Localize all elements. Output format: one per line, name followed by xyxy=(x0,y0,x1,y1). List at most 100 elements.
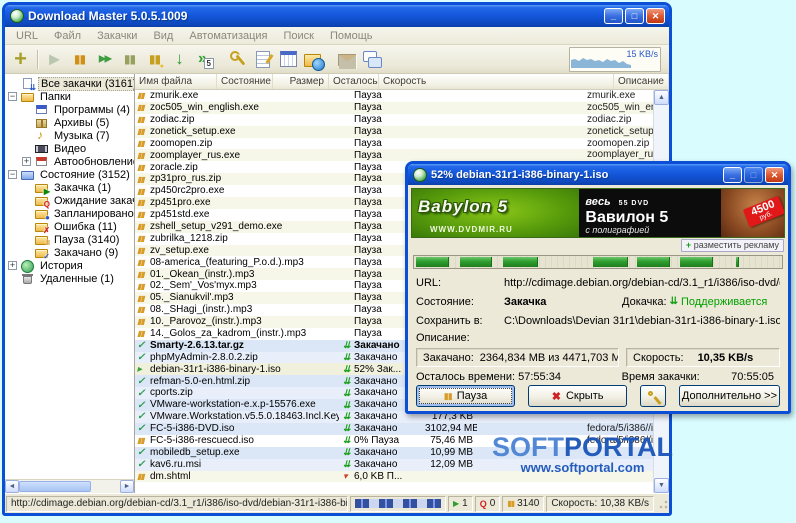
sidebar-item[interactable]: Программы (4) xyxy=(5,103,134,116)
scroll-right-icon[interactable]: ► xyxy=(120,480,134,493)
table-row[interactable]: zmurik.exe Пауза zmurik.exe xyxy=(135,90,653,102)
downloaded-value: 2364,834 MB из 4471,703 MB xyxy=(479,351,619,364)
place-ad-link[interactable]: + разместить рекламу xyxy=(680,239,784,252)
progress-segment xyxy=(460,257,492,267)
file-description: zoc505_win_en... xyxy=(587,101,653,113)
dialog-tools-button[interactable] xyxy=(640,385,666,407)
sidebar-item[interactable]: Закачано (9) xyxy=(5,246,134,261)
scrollbar-thumb[interactable] xyxy=(19,481,91,492)
log-button[interactable] xyxy=(252,48,275,71)
file-status-icon xyxy=(137,328,147,339)
calendar-button[interactable] xyxy=(277,48,300,71)
status-active-count: ▶ 1 xyxy=(447,495,473,512)
column-header[interactable]: Размер xyxy=(273,74,329,89)
dialog-pause-button[interactable]: ▮▮ Пауза xyxy=(416,385,516,407)
status-speed: Скорость: 10,38 KB/s xyxy=(546,495,654,512)
column-header[interactable]: Имя файла xyxy=(135,74,217,89)
tree-expander-icon[interactable] xyxy=(8,261,17,270)
tree-item-icon xyxy=(34,155,49,168)
scroll-down-icon[interactable]: ▼ xyxy=(654,478,669,493)
menu-item[interactable]: Вид xyxy=(146,29,180,43)
sidebar-item[interactable]: Все закачки (3161) xyxy=(5,76,134,92)
menu-item[interactable]: URL xyxy=(9,29,45,43)
dialog-title-bar[interactable]: 52% debian-31r1-i386-binary-1.iso _ □ ✕ xyxy=(408,164,788,185)
menu-item[interactable]: Файл xyxy=(47,29,88,43)
file-name: zubrilka_1218.zip xyxy=(150,232,228,244)
download-button[interactable] xyxy=(168,48,191,71)
menu-item[interactable]: Поиск xyxy=(277,29,321,43)
sidebar-item[interactable]: Состояние (3152) xyxy=(5,168,134,181)
table-row[interactable]: zoomplayer_rus.exe Пауза zoomplayer_rus.… xyxy=(135,149,653,162)
file-name: 08-america_(featuring_P.o.d.).mp3 xyxy=(150,256,304,268)
column-header[interactable]: Описание xyxy=(614,74,669,89)
progress-segment xyxy=(637,257,671,267)
sidebar-item[interactable]: Папки xyxy=(5,90,134,103)
progress-segment xyxy=(416,257,450,267)
resize-grip[interactable] xyxy=(657,497,669,510)
scroll-up-icon[interactable]: ▲ xyxy=(654,90,669,105)
mail-button[interactable] xyxy=(336,48,359,71)
column-header[interactable]: Осталось xyxy=(329,74,379,89)
file-name: zoomplayer_rus.exe xyxy=(150,149,241,161)
tree-expander-icon[interactable] xyxy=(22,157,31,166)
start-all-button[interactable] xyxy=(93,48,116,71)
file-name: Smarty-2.6.13.tar.gz xyxy=(150,339,244,351)
close-button[interactable]: ✕ xyxy=(646,8,665,24)
stop-button[interactable] xyxy=(143,48,166,71)
dialog-maximize-button[interactable]: □ xyxy=(744,166,763,183)
window-title: Download Master 5.0.5.1009 xyxy=(28,9,188,23)
dialog-more-button[interactable]: Дополнительно >> xyxy=(678,385,780,407)
ad-banner[interactable]: Babylon 5 WWW.DVDMIR.RU весь 55 DVD Вавил… xyxy=(411,188,785,238)
table-row[interactable]: zoomopen.zip Пауза zoomopen.zip xyxy=(135,137,653,150)
tree-expander-icon[interactable] xyxy=(8,170,17,179)
add-url-button[interactable] xyxy=(9,48,32,71)
table-row[interactable]: zoc505_win_english.exe Пауза zoc505_win_… xyxy=(135,101,653,114)
sidebar-item[interactable]: Ошибка (11) xyxy=(5,220,134,235)
file-name: zodiac.zip xyxy=(150,113,195,125)
scroll-left-icon[interactable]: ◄ xyxy=(5,480,19,493)
sidebar-item[interactable]: Удаленные (1) xyxy=(5,272,134,285)
sidebar-item[interactable]: Запланировано (5 xyxy=(5,207,134,222)
sidebar-item[interactable]: Пауза (3140) xyxy=(5,233,134,248)
tree-item-icon xyxy=(34,194,50,209)
file-description: zodiac.zip xyxy=(587,113,632,125)
dialog-close-button[interactable]: ✕ xyxy=(765,166,784,183)
tree-expander-icon[interactable] xyxy=(8,92,17,101)
scheduler-button[interactable] xyxy=(193,48,216,71)
column-header[interactable]: Состояние xyxy=(217,74,273,89)
tree-item-icon xyxy=(34,207,50,222)
menu-item[interactable]: Автоматизация xyxy=(182,29,274,43)
title-bar[interactable]: Download Master 5.0.5.1009 _ □ ✕ xyxy=(5,5,669,27)
state-arrow-icon xyxy=(343,459,352,470)
maximize-button[interactable]: □ xyxy=(625,8,644,24)
site-manager-button[interactable] xyxy=(302,48,325,71)
column-header[interactable]: Скорость xyxy=(379,74,614,89)
table-row[interactable]: zodiac.zip Пауза zodiac.zip xyxy=(135,113,653,126)
sidebar-item[interactable]: Автообновление xyxy=(5,155,134,168)
menu-item[interactable]: Закачки xyxy=(90,29,144,43)
file-name: zp451pro.exe xyxy=(150,197,211,209)
forum-button[interactable] xyxy=(361,48,384,71)
pause-button[interactable] xyxy=(68,48,91,71)
start-button[interactable] xyxy=(37,48,66,71)
sidebar-item[interactable]: Видео xyxy=(5,142,134,155)
queue-icon: Q xyxy=(479,498,487,509)
pause-all-button[interactable] xyxy=(118,48,141,71)
menu-item[interactable]: Помощь xyxy=(323,29,380,43)
dialog-hide-button[interactable]: ✖ Скрыть xyxy=(528,385,628,407)
sidebar-item[interactable]: Архивы (5) xyxy=(5,116,134,129)
sidebar-item[interactable]: Закачка (1) xyxy=(5,181,134,196)
file-size xyxy=(421,90,477,102)
file-name: VMware.Workstation.v5.5.0.18463.Incl.Key… xyxy=(150,411,339,423)
table-row[interactable]: zonetick_setup.exe Пауза zonetick_setup.… xyxy=(135,125,653,138)
dialog-minimize-button[interactable]: _ xyxy=(723,166,742,183)
sidebar-horizontal-scrollbar[interactable]: ◄ ► xyxy=(5,479,134,493)
settings-button[interactable] xyxy=(227,48,250,71)
sidebar-item[interactable]: История xyxy=(5,259,134,273)
file-remaining xyxy=(477,138,533,150)
minimize-button[interactable]: _ xyxy=(604,8,623,24)
file-state: 6,0 KB П... xyxy=(339,471,421,483)
file-status-icon xyxy=(137,316,147,327)
sidebar-item[interactable]: Ожидание закачки xyxy=(5,194,134,209)
sidebar-item[interactable]: Музыка (7) xyxy=(5,128,134,142)
